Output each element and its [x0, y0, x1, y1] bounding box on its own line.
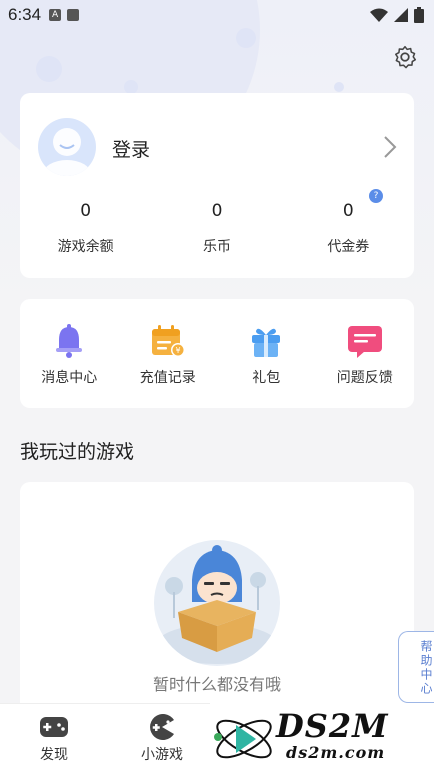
played-games-card: 暂时什么都没有哦: [20, 482, 414, 722]
watermark-brand: DS2M: [276, 707, 389, 745]
settings-gear-icon[interactable]: [392, 44, 418, 70]
stat-value: 0: [211, 201, 223, 221]
status-time: 6:34: [8, 5, 42, 24]
atom-logo-icon: [214, 719, 272, 759]
menu-label: 问题反馈: [336, 370, 393, 386]
quick-menu: 消息中心 ¥ 充值记录 礼包 问题反馈: [20, 299, 414, 408]
stat-voucher[interactable]: 0 代金券: [283, 201, 414, 256]
nav-discover[interactable]: 发现: [0, 704, 108, 771]
menu-gift[interactable]: 礼包: [217, 299, 316, 408]
notification-a-icon: A: [49, 9, 62, 21]
menu-message-center[interactable]: 消息中心: [20, 299, 119, 408]
nav-label: 小游戏: [141, 747, 183, 763]
profile-card: 登录 ? 0 游戏余额 0 乐币 0 代金券: [20, 93, 414, 278]
gamepad-icon: [40, 717, 68, 737]
stat-value: 0: [80, 201, 92, 221]
svg-text:¥: ¥: [175, 346, 180, 355]
watermark: DS2M ds2m.com: [210, 703, 434, 771]
signal-icon: [394, 8, 408, 22]
stat-value: 0: [342, 201, 354, 221]
empty-state-text: 暂时什么都没有哦: [152, 675, 281, 694]
status-bar: 6:34 A: [0, 0, 434, 30]
notification-book-icon: [67, 9, 80, 21]
stat-label: 乐币: [202, 239, 231, 255]
battery-icon: [414, 7, 424, 23]
help-center-button[interactable]: 帮助中心: [398, 631, 434, 703]
wifi-icon: [370, 8, 388, 22]
gift-icon: [252, 328, 281, 357]
account-stats: 0 游戏余额 0 乐币 0 代金券: [20, 201, 414, 256]
stat-label: 游戏余额: [57, 239, 114, 255]
nav-label: 发现: [40, 747, 68, 763]
played-games-title: 我玩过的游戏: [20, 441, 135, 463]
empty-state-illustration: [154, 540, 280, 666]
feedback-icon: [347, 326, 382, 358]
recharge-record-icon: ¥: [151, 325, 185, 357]
watermark-url: ds2m.com: [286, 743, 386, 762]
stat-lebi[interactable]: 0 乐币: [151, 201, 282, 256]
stat-label: 代金券: [327, 239, 370, 255]
menu-feedback[interactable]: 问题反馈: [316, 299, 415, 408]
menu-label: 消息中心: [41, 370, 98, 386]
login-link[interactable]: 登录: [112, 135, 150, 162]
avatar[interactable]: [38, 118, 96, 176]
pacman-icon: [150, 714, 174, 740]
bell-icon: [56, 324, 83, 358]
menu-recharge-record[interactable]: ¥ 充值记录: [119, 299, 218, 408]
chevron-right-icon[interactable]: [382, 135, 398, 159]
stat-game-balance[interactable]: 0 游戏余额: [20, 201, 151, 256]
nav-mini-games[interactable]: 小游戏: [108, 704, 216, 771]
menu-label: 礼包: [252, 370, 281, 386]
menu-label: 充值记录: [139, 370, 196, 386]
